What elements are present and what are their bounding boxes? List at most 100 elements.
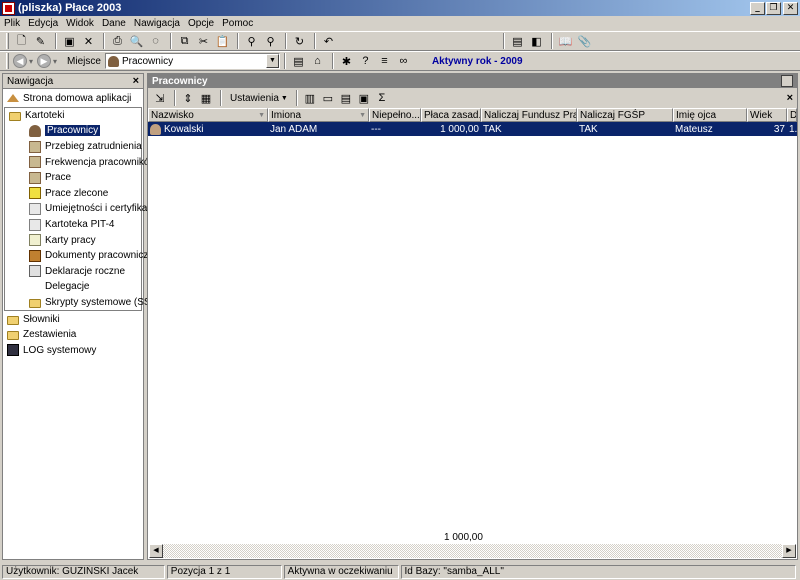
menu-widok[interactable]: Widok [66,18,99,29]
nav-item-home[interactable]: Strona domowa aplikacji [3,91,143,107]
nav-item-log[interactable]: LOG systemowy [3,343,143,359]
nav-item-delegacje[interactable]: Delegacje [5,279,141,295]
column-label: Wiek [750,109,773,121]
export-icon[interactable]: ⇲ [152,90,168,106]
find-icon[interactable]: ⚲ [243,33,260,49]
books-icon[interactable]: ≡ [376,53,393,69]
reload-icon[interactable]: ↻ [291,33,308,49]
book-icon[interactable]: 📖 [557,33,574,49]
scroll-right-icon[interactable]: ▶ [782,544,796,558]
settings-icon[interactable]: ✱ [338,53,355,69]
nav-item-pracownicy[interactable]: Pracownicy [5,123,141,139]
restore-button[interactable]: ❐ [766,1,781,15]
edit-icon[interactable]: ✎ [32,33,49,49]
column-header-d[interactable]: D [787,108,797,122]
nav-item-zestawienia[interactable]: Zestawienia [3,327,143,343]
cell-nazwisko: Kowalski [148,122,268,136]
minimize-button[interactable]: _ [750,1,765,15]
menu-plik[interactable]: Plik [4,18,25,29]
cut-icon[interactable]: ✂ [195,33,212,49]
nav-item-umiejetnosci[interactable]: Umiejętności i certyfikaty [5,201,155,217]
documents-icon [29,249,41,262]
separator [103,33,105,49]
back-icon[interactable]: ◀ [13,54,27,68]
filter-window-icon[interactable]: ▭ [320,90,336,106]
table-row[interactable]: Kowalski Jan ADAM --- 1 000,00 TAK TAK M… [148,122,797,136]
toolbar-grip[interactable] [6,33,9,49]
delete-icon[interactable]: ✕ [80,33,97,49]
calculator-icon[interactable]: ▤ [509,33,526,49]
new-icon[interactable]: 🗋 [13,33,30,49]
paste-icon[interactable]: 📋 [214,33,231,49]
column-label: Naliczaj Fundusz Pracy [484,109,576,121]
nav-item-skrypty[interactable]: Skrypty systemowe (SSH) [5,295,161,311]
place-combobox[interactable]: Pracownicy ▼ [104,53,280,69]
filter-icon[interactable]: ▼ [359,112,366,119]
settings-dropdown[interactable]: Ustawienia ▼ [230,93,288,104]
nav-item-kartoteka-pit4[interactable]: Kartoteka PIT-4 [5,217,141,233]
employees-icon [107,55,119,67]
nav-item-slowniki[interactable]: Słowniki [3,311,143,327]
cell-d: 1... [789,123,797,135]
column-header-imiona[interactable]: Imiona ▼ [268,108,369,122]
horizontal-scrollbar[interactable]: ◀ ▶ [149,544,796,558]
calendar-icon[interactable]: ▤ [338,90,354,106]
layout-icon[interactable]: ◧ [528,33,545,49]
columns-icon[interactable]: ▥ [302,90,318,106]
menu-edycja[interactable]: Edycja [28,18,63,29]
column-header-placa-zasadnicza[interactable]: Płaca zasad. [421,108,481,122]
back-dropdown-icon[interactable]: ▾ [29,57,33,66]
preview-icon[interactable]: 🔍 [128,33,145,49]
menu-nawigacja[interactable]: Nawigacja [134,18,185,29]
forward-dropdown-icon[interactable]: ▾ [53,57,57,66]
main-panel-title: Pracownicy [152,75,208,87]
filter-icon[interactable]: ▼ [258,112,265,119]
toolbar-grip[interactable] [6,53,9,69]
nav-item-przebieg-zatrudnienia[interactable]: Przebieg zatrudnienia [5,139,142,155]
find-next-icon[interactable]: ⚲ [262,33,279,49]
nav-item-frekwencja[interactable]: Frekwencja pracowników [5,154,157,170]
column-label: Imiona [271,109,302,121]
print-icon[interactable]: ⎙ [109,33,126,49]
menu-pomoc[interactable]: Pomoc [222,18,258,29]
copy-icon[interactable]: ⧉ [176,33,193,49]
help-icon[interactable]: ? [357,53,374,69]
menu-dane[interactable]: Dane [102,18,131,29]
nav-item-prace[interactable]: Prace [5,170,141,186]
column-header-imie-ojca[interactable]: Imię ojca [673,108,747,122]
scroll-left-icon[interactable]: ◀ [149,544,163,558]
close-window-button[interactable]: ✕ [783,1,798,15]
home-icon[interactable]: ⌂ [309,53,326,69]
grid-view-icon[interactable]: ▦ [198,90,214,106]
refresh-icon[interactable]: ◌ [147,33,164,49]
nav-item-kartoteki[interactable]: Kartoteki [5,108,141,124]
nav-item-dokumenty[interactable]: Dokumenty pracownicze [5,248,154,264]
column-header-fgsp[interactable]: Naliczaj FGŚP [577,108,673,122]
chevron-down-icon[interactable]: ▼ [265,54,279,68]
sort-icon[interactable]: ⇕ [180,90,196,106]
save-icon[interactable]: ▣ [61,33,78,49]
detail-icon[interactable]: ▣ [356,90,372,106]
menu-opcje[interactable]: Opcje [188,18,219,29]
nav-item-karty-pracy[interactable]: Karty pracy [5,232,141,248]
close-icon[interactable]: × [787,92,793,104]
documents-icon[interactable]: ▤ [290,53,307,69]
sigma-icon[interactable]: Σ [374,90,390,106]
nav-item-deklaracje[interactable]: Deklaracje roczne [5,264,141,280]
attachment-icon[interactable]: 📎 [576,33,593,49]
undo-icon[interactable]: ↶ [320,33,337,49]
place-label: Miejsce [67,55,101,67]
column-header-niepelnosprawny[interactable]: Niepełno... [369,108,421,122]
scroll-track[interactable] [163,544,782,558]
column-header-fundusz-pracy[interactable]: Naliczaj Fundusz Pracy [481,108,577,122]
navigation-panel: Nawigacja × Strona domowa aplikacji Kart… [2,73,161,560]
employees-grid: Nazwisko ▼ Imiona ▼ Niepełno... Płaca za… [148,108,797,526]
column-header-nazwisko[interactable]: Nazwisko ▼ [148,108,268,122]
forward-icon[interactable]: ▶ [37,54,52,68]
nav-item-label: Kartoteki [25,109,65,121]
nav-item-prace-zlecone[interactable]: Prace zlecone [5,186,141,202]
column-header-wiek[interactable]: Wiek [747,108,787,122]
chain-icon[interactable]: ∞ [395,53,412,69]
close-icon[interactable]: × [133,75,139,87]
nav-item-label: Skrypty systemowe (SSH) [45,297,162,309]
